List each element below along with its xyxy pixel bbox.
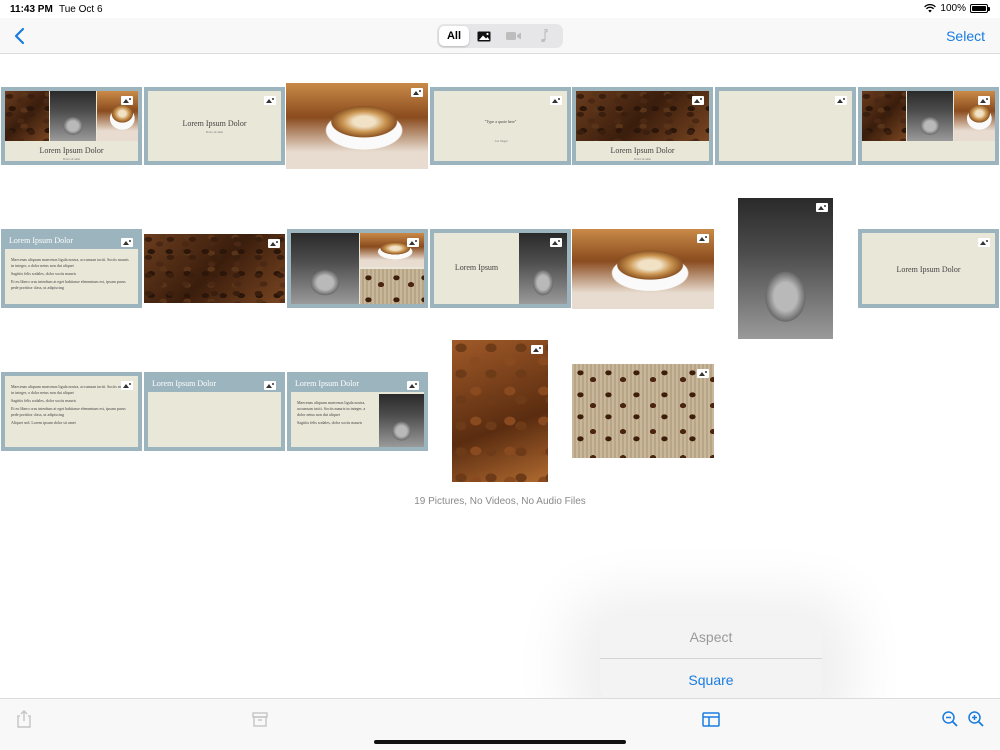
picture-badge-icon [978, 96, 990, 105]
status-date: Tue Oct 6 [59, 4, 103, 15]
picture-badge-icon [697, 369, 709, 378]
segment-photos[interactable] [469, 26, 499, 46]
media-thumbnail[interactable]: Lorem Ipsum Dolor Dolor sit amet [144, 87, 285, 165]
zoom-in-icon[interactable] [966, 709, 986, 729]
share-icon[interactable] [14, 709, 34, 729]
media-browser-screen: 11:43 PM Tue Oct 6 100% All Select Lorem… [0, 0, 1000, 750]
bullet: Maecenas aliquam maecenas ligula nostra,… [11, 384, 129, 395]
slide-title: Lorem Ipsum Dolor [896, 265, 961, 274]
picture-badge-icon [264, 96, 276, 105]
media-thumbnail[interactable]: Lorem Ipsum Dolor Maecenas aliquam maece… [287, 372, 428, 451]
picture-badge-icon [816, 203, 828, 212]
thumbnail-layout-icon[interactable] [701, 709, 721, 729]
battery-icon [970, 4, 990, 13]
back-chevron-icon[interactable] [12, 26, 30, 46]
media-count-label: 19 Pictures, No Videos, No Audio Files [414, 496, 586, 507]
picture-badge-icon [531, 345, 543, 354]
slide-title: Lorem Ipsum Dolor [9, 236, 73, 245]
media-thumbnail[interactable] [572, 364, 714, 458]
picture-badge-icon [835, 96, 847, 105]
slide-subtitle: Dolor sit amet [205, 130, 224, 134]
thumbnail-shape-popover: Aspect Square [600, 616, 822, 700]
status-bar: 11:43 PM Tue Oct 6 100% [0, 0, 1000, 18]
battery-percent: 100% [940, 3, 966, 14]
home-indicator [374, 740, 626, 744]
picture-badge-icon [550, 96, 562, 105]
wifi-icon [924, 4, 937, 13]
slide-title: Lorem Ipsum Dolor [295, 379, 359, 388]
bullet: Et eu libero cras interdum at eget habit… [11, 406, 126, 417]
segment-audio[interactable] [529, 26, 559, 46]
slide-subtitle: Dolor sit amet [62, 157, 81, 161]
bullet: Sagittis felis sodales, dolor sociis mau… [11, 271, 77, 276]
picture-badge-icon [978, 238, 990, 247]
media-thumbnail[interactable]: "Type a quote here" - Jon Singer [430, 87, 571, 165]
slide-bullets: Maecenas aliquam maecenas ligula nostra,… [297, 400, 372, 428]
nav-bar: All Select [0, 18, 1000, 54]
picture-badge-icon [268, 239, 280, 248]
picture-badge-icon [407, 238, 419, 247]
media-thumbnail[interactable] [572, 229, 714, 309]
square-option[interactable]: Square [600, 659, 822, 700]
segment-all[interactable]: All [439, 26, 469, 46]
slide-quote: "Type a quote here" [484, 119, 517, 124]
picture-badge-icon [692, 96, 704, 105]
picture-badge-icon [121, 381, 133, 390]
media-thumbnail[interactable] [286, 83, 428, 169]
slide-title: Lorem Ipsum Dolor [39, 146, 104, 155]
bullet: Maecenas aliquam maecenas ligula nostra,… [297, 400, 366, 417]
slide-quote-author: - Jon Singer [493, 139, 508, 143]
media-thumbnail[interactable]: Lorem Ipsum Dolor [858, 229, 999, 308]
media-thumbnail[interactable]: Lorem Ipsum Dolor Dolor sit amet [572, 87, 713, 165]
picture-badge-icon [121, 238, 133, 247]
slide-title: Lorem Ipsum Dolor [182, 119, 247, 128]
slide-bullets: Maecenas aliquam maecenas ligula nostra,… [11, 257, 132, 293]
status-right: 100% [924, 3, 990, 14]
media-thumbnail[interactable]: Lorem Ipsum Dolor Maecenas aliquam maece… [1, 229, 142, 308]
select-button[interactable]: Select [946, 28, 985, 44]
archive-icon[interactable] [250, 709, 270, 729]
slide-title: Lorem Ipsum Dolor [610, 146, 675, 155]
status-time: 11:43 PM [10, 4, 53, 15]
slide-subtitle: Dolor sit amet [633, 157, 652, 161]
picture-badge-icon [411, 88, 423, 97]
bullet: Aliquet sed. Lorem ipsum dolor sit amet [11, 420, 76, 425]
aspect-option[interactable]: Aspect [600, 616, 822, 658]
slide-title: Lorem Ipsum [454, 263, 499, 272]
slide-bullets: Maecenas aliquam maecenas ligula nostra,… [11, 384, 132, 428]
picture-badge-icon [407, 381, 419, 390]
media-thumbnail[interactable] [144, 234, 285, 303]
media-thumbnail[interactable]: Lorem Ipsum [430, 229, 571, 308]
music-note-icon [541, 29, 548, 43]
picture-badge-icon [264, 381, 276, 390]
media-thumbnail[interactable] [858, 87, 999, 165]
media-thumbnail[interactable]: Lorem Ipsum Dolor [144, 372, 285, 451]
photo-icon [477, 31, 491, 41]
bullet: Maecenas aliquam maecenas ligula nostra,… [11, 257, 129, 268]
picture-badge-icon [550, 238, 562, 247]
media-thumbnail[interactable] [738, 198, 833, 339]
bullet: Sagittis felis sodales, dolor sociis mau… [297, 420, 363, 425]
media-type-segmented-control: All [437, 24, 563, 48]
media-thumbnail[interactable] [287, 229, 428, 308]
slide-title: Lorem Ipsum Dolor [152, 379, 216, 388]
media-thumbnail[interactable]: Maecenas aliquam maecenas ligula nostra,… [1, 372, 142, 451]
bullet: Sagittis felis sodales, dolor sociis mau… [11, 398, 77, 403]
bullet: Et eu libero cras interdum at eget habit… [11, 279, 126, 290]
media-thumbnail[interactable] [715, 87, 856, 165]
zoom-out-icon[interactable] [940, 709, 960, 729]
picture-badge-icon [121, 96, 133, 105]
video-icon [506, 32, 521, 40]
picture-badge-icon [697, 234, 709, 243]
media-thumbnail[interactable]: Lorem Ipsum Dolor Dolor sit amet [1, 87, 142, 165]
segment-videos[interactable] [499, 26, 529, 46]
media-thumbnail[interactable] [452, 340, 548, 482]
